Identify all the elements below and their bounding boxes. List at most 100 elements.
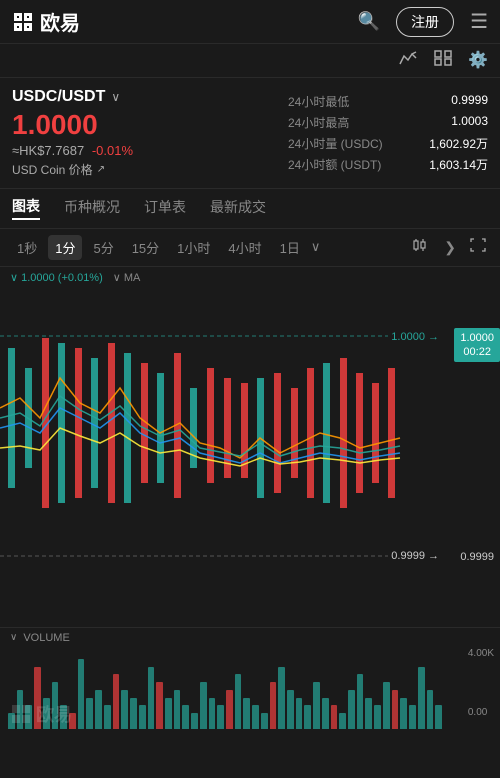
chart-ma-label: ∨ MA xyxy=(113,271,141,284)
register-button[interactable]: 注册 xyxy=(396,7,454,37)
vol-bar xyxy=(235,674,242,728)
grid-icon[interactable] xyxy=(434,50,452,71)
price-tag-time: 00:22 xyxy=(460,345,494,359)
logo[interactable]: 欧易 xyxy=(12,7,80,36)
pair-chevron[interactable]: ∨ xyxy=(111,90,120,104)
tab-orderbook[interactable]: 订单表 xyxy=(144,197,186,219)
vol-bar xyxy=(86,698,93,729)
vol-bar xyxy=(156,682,163,729)
vol-bar xyxy=(113,674,120,728)
volume-scale-top: 4.00K xyxy=(468,648,494,659)
vol-bar xyxy=(182,705,189,728)
volume-scale: 4.00K 0.00 xyxy=(468,648,494,718)
stat-vol-usdt-label: 24小时额 (USDT) xyxy=(288,156,381,173)
vol-bar xyxy=(217,705,224,728)
top-price-label: 1.0000 → xyxy=(388,330,442,344)
period-1m[interactable]: 1分 xyxy=(48,235,82,260)
stat-high-value: 1.0003 xyxy=(451,114,488,131)
top-icon-row: ⚙️ xyxy=(0,44,500,78)
vol-bar xyxy=(191,713,198,729)
period-more[interactable]: ∨ xyxy=(311,239,321,255)
chart-info-bar: ∨ 1.0000 (+0.01%) ∨ MA xyxy=(0,267,500,288)
chart-price-indicator: ∨ 1.0000 (+0.01%) xyxy=(10,271,103,284)
tab-chart[interactable]: 图表 xyxy=(12,196,40,220)
bottom-price-label: 0.9999 → xyxy=(388,549,442,563)
vol-bar xyxy=(200,682,207,729)
forward-icon[interactable]: ❯ xyxy=(440,237,460,258)
vol-bar xyxy=(331,705,338,728)
period-1d[interactable]: 1日 xyxy=(273,235,307,260)
price-change: -0.01% xyxy=(92,143,133,158)
volume-label: ∨ VOLUME xyxy=(0,628,500,648)
vol-bar xyxy=(78,659,85,729)
vol-bar xyxy=(209,698,216,729)
header-right: 🔍 注册 ☰ xyxy=(358,7,488,37)
stat-low-label: 24小时最低 xyxy=(288,93,349,110)
volume-scale-bottom: 0.00 xyxy=(468,707,494,718)
vol-bar xyxy=(148,667,155,729)
vol-bar xyxy=(304,705,311,728)
time-period-row: 1秒 1分 5分 15分 1小时 4小时 1日 ∨ ❯ xyxy=(0,229,500,267)
vol-bar xyxy=(174,690,181,729)
pair-row: USDC/USDT ∨ xyxy=(12,88,278,106)
pair-name[interactable]: USDC/USDT xyxy=(12,88,105,106)
vol-bar xyxy=(278,667,285,729)
vol-bar xyxy=(383,682,390,729)
vol-bar xyxy=(400,698,407,729)
vol-bar xyxy=(427,690,434,729)
fullscreen-icon[interactable] xyxy=(466,236,490,259)
tab-overview[interactable]: 币种概况 xyxy=(64,197,120,219)
price-stats: 24小时最低 0.9999 24小时最高 1.0003 24小时量 (USDC)… xyxy=(288,88,488,178)
period-15m[interactable]: 15分 xyxy=(125,235,166,260)
vol-bar xyxy=(165,698,172,729)
vol-bar xyxy=(95,690,102,729)
chart-canvas[interactable]: 1.0000 00:22 1.0000 → 0.9999 → 0.9999 xyxy=(0,288,500,593)
price-big: 1.0000 xyxy=(12,110,278,141)
vol-bar xyxy=(139,705,146,728)
vol-bar xyxy=(121,690,128,729)
tab-trades[interactable]: 最新成交 xyxy=(210,197,266,219)
vol-bar xyxy=(104,705,111,728)
volume-chevron: ∨ xyxy=(10,632,17,643)
vol-bar xyxy=(243,698,250,729)
vol-bar xyxy=(392,690,399,729)
stat-vol-usdt: 24小时额 (USDT) 1,603.14万 xyxy=(288,156,488,173)
vol-bar xyxy=(339,713,346,729)
candlestick-icon[interactable] xyxy=(408,235,434,260)
stat-high-label: 24小时最高 xyxy=(288,114,349,131)
logo-text: 欧易 xyxy=(40,7,80,36)
price-hk: ≈HK$7.7687 -0.01% xyxy=(12,143,278,158)
volume-text: VOLUME xyxy=(23,632,69,644)
vol-bar xyxy=(322,698,329,729)
watermark-text: 欧易 xyxy=(36,701,72,727)
menu-icon[interactable]: ☰ xyxy=(470,9,488,34)
vol-bar xyxy=(348,690,355,729)
period-1s[interactable]: 1秒 xyxy=(10,235,44,260)
period-1h[interactable]: 1小时 xyxy=(170,235,217,260)
stat-vol-usdt-value: 1,603.14万 xyxy=(429,156,488,173)
stat-low: 24小时最低 0.9999 xyxy=(288,93,488,110)
vol-bar xyxy=(252,705,259,728)
vol-bar xyxy=(435,705,442,728)
search-icon[interactable]: 🔍 xyxy=(358,11,380,32)
price-section: USDC/USDT ∨ 1.0000 ≈HK$7.7687 -0.01% USD… xyxy=(0,78,500,189)
bottom-price-right: 0.9999 xyxy=(454,549,500,565)
vol-bar xyxy=(418,667,425,729)
vol-bar xyxy=(365,698,372,729)
tabs-bar: 图表 币种概况 订单表 最新成交 xyxy=(0,189,500,229)
settings-icon[interactable]: ⚙️ xyxy=(468,50,488,71)
stat-high: 24小时最高 1.0003 xyxy=(288,114,488,131)
logo-icon xyxy=(12,11,34,33)
chart-controls: ❯ xyxy=(408,235,490,260)
period-4h[interactable]: 4小时 xyxy=(221,235,268,260)
vol-bar xyxy=(409,705,416,728)
vol-bar xyxy=(357,674,364,728)
vol-bar xyxy=(261,713,268,729)
period-5m[interactable]: 5分 xyxy=(86,235,120,260)
vol-bar xyxy=(130,698,137,729)
current-price-tag: 1.0000 00:22 xyxy=(454,328,500,363)
stat-vol-usdc: 24小时量 (USDC) 1,602.92万 xyxy=(288,135,488,152)
coin-link[interactable]: USD Coin 价格 ↗ xyxy=(12,161,278,178)
watermark: 欧易 xyxy=(10,701,72,727)
chart-icon[interactable] xyxy=(398,50,418,71)
